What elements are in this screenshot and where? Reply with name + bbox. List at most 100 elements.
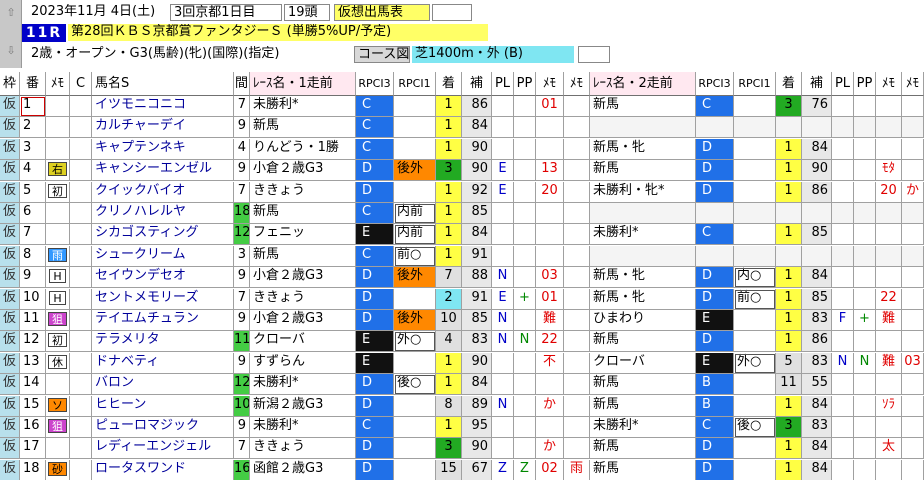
table-row[interactable]: 仮 8 雨 シュークリーム 3 新馬 C 前○ 1 91 [0,245,924,267]
col-header-race2-name[interactable]: ﾚｰｽ名・2走前 [590,72,696,96]
table-row[interactable]: 仮 12 初テラメリタ 11 クローバ E 外○ 4 83 N N 22 新馬 D 1 86 [0,331,924,353]
table-row[interactable]: 仮 15 ソ ヒヒーン 10 新潟２歳G3 D 8 89 N か 新馬 B 1 84 ｿﾗ [0,395,924,417]
col-header-race2-rpci1[interactable]: RPCI1 [734,72,776,96]
horse-name[interactable]: クリノハレルヤ [92,203,234,224]
horse-name[interactable]: ピューロマジック [92,417,234,438]
race2-name[interactable]: 新馬 [590,374,696,396]
race2-name[interactable]: 新馬・牝 [590,138,696,160]
table-row[interactable]: 仮 10 H セントメモリーズ 7 ききょう D 2 91 E +01 新馬・牝 D 前○ 1 85 22 [0,288,924,310]
race1-name[interactable]: すずらん [250,352,356,374]
c-mark-cell[interactable] [70,96,92,117]
col-header-race1-finish[interactable]: 着 [436,72,462,96]
col-header-c[interactable]: C [70,72,92,96]
horse-name[interactable]: セントメモリーズ [92,288,234,310]
horse-name[interactable]: テラメリタ [92,331,234,353]
race2-name[interactable]: ひまわり [590,310,696,331]
c-mark-cell[interactable] [70,245,92,267]
col-header-race1-pp[interactable]: PP [514,72,536,96]
memo-chip[interactable] [46,224,70,246]
horse-name[interactable]: シュークリーム [92,245,234,267]
horse-name[interactable]: クイックバイオ [92,181,234,203]
col-header-race2-pl[interactable]: PL [832,72,854,96]
memo-chip[interactable] [46,138,70,160]
horse-name[interactable]: ヒヒーン [92,395,234,417]
race1-name[interactable]: ききょう [250,181,356,203]
table-row[interactable]: 仮 9 H セイウンデセオ 9 小倉２歳G3 D 後外 7 88 N 03 新馬・牝 D 内○ 1 84 [0,267,924,289]
horse-name[interactable]: イツモニコニコ [92,96,234,117]
col-header-race2-pp[interactable]: PP [854,72,876,96]
col-header-race1-name[interactable]: ﾚｰｽ名・1走前 [250,72,356,96]
horse-name[interactable]: キャンシーエンゼル [92,160,234,182]
col-header-race1-pl[interactable]: PL [492,72,514,96]
horse-name[interactable]: ドナベティ [92,352,234,374]
horse-name[interactable]: シカゴスティング [92,224,234,246]
c-mark-cell[interactable] [70,331,92,353]
race2-name[interactable]: 新馬 [590,331,696,353]
race1-name[interactable]: 新馬 [250,203,356,224]
c-mark-cell[interactable] [70,203,92,224]
col-header-race2-finish[interactable]: 着 [776,72,802,96]
race2-name[interactable]: 未勝利* [590,224,696,246]
race1-name[interactable]: 小倉２歳G3 [250,160,356,182]
c-mark-cell[interactable] [70,352,92,374]
c-mark-cell[interactable] [70,310,92,331]
c-mark-cell[interactable] [70,267,92,289]
c-mark-cell[interactable] [70,417,92,438]
col-header-race2-memo2[interactable]: ﾒﾓ [902,72,924,96]
table-row[interactable]: 仮 14 バロン 12 未勝利* D 後○ 1 84 新馬 B 11 55 [0,374,924,396]
memo-chip[interactable]: ソ [46,395,70,417]
c-mark-cell[interactable] [70,181,92,203]
up-arrow-icon[interactable]: ⇧ [3,6,19,20]
col-header-memo[interactable]: ﾒﾓ [46,72,70,96]
c-mark-cell[interactable] [70,438,92,460]
race1-name[interactable]: 未勝利* [250,374,356,396]
c-mark-cell[interactable] [70,459,92,480]
race1-name[interactable]: 新潟２歳G3 [250,395,356,417]
table-row[interactable]: 仮 13 休ドナベティ 9 すずらん E 1 90 不クローバ E 外○ 5 83 N N 難 03 [0,352,924,374]
race2-name[interactable]: 未勝利* [590,417,696,438]
col-header-horse-name[interactable]: 馬名S [92,72,234,96]
table-row[interactable]: 仮 18 砂ロータスワンド 16 函館２歳G3 D 15 67 Z Z 02 雨新馬 D 1 84 [0,459,924,480]
table-row[interactable]: 仮 5 初クイックバイオ 7 ききょう D 1 92 E 20 未勝利・牝* D 1 86 20 か [0,181,924,203]
course-blank-field[interactable] [578,46,610,63]
col-header-race1-memo2[interactable]: ﾒﾓ [564,72,590,96]
memo-chip[interactable] [46,374,70,396]
race2-name[interactable]: 新馬・牝 [590,267,696,289]
col-header-interval[interactable]: 間 [234,72,250,96]
memo-chip[interactable] [46,96,70,117]
memo-chip[interactable]: 初 [46,331,70,353]
horse-name[interactable]: ロータスワンド [92,459,234,480]
horse-name[interactable]: キャプテンネキ [92,138,234,160]
table-row[interactable]: 仮 4 右キャンシーエンゼル 9 小倉２歳G3 D 後外 3 90 E 13 新馬 D 1 90 ﾓﾀ [0,160,924,182]
down-arrow-icon[interactable]: ⇩ [3,44,19,58]
horse-name[interactable]: バロン [92,374,234,396]
race1-name[interactable]: ききょう [250,438,356,460]
c-mark-cell[interactable] [70,288,92,310]
table-row[interactable]: 仮 3 キャプテンネキ 4 りんどう・1勝 C 1 90 新馬・牝 D 1 84 [0,138,924,160]
race1-name[interactable]: 函館２歳G3 [250,459,356,480]
table-row[interactable]: 仮 2 カルチャーデイ 9 新馬 C 1 84 [0,117,924,139]
race1-name[interactable]: フェニッ [250,224,356,246]
race1-name[interactable]: 新馬 [250,245,356,267]
memo-chip[interactable] [46,203,70,224]
c-mark-cell[interactable] [70,160,92,182]
c-mark-cell[interactable] [70,117,92,139]
status-blank-field[interactable] [432,4,472,21]
memo-chip[interactable]: 休 [46,352,70,374]
memo-chip[interactable]: 砂 [46,459,70,480]
race2-name[interactable]: 新馬 [590,395,696,417]
table-row[interactable]: 仮 7 シカゴスティング 12 フェニッ E 内前 1 84 未勝利* C 1 85 [0,224,924,246]
race1-name[interactable]: 未勝利* [250,417,356,438]
memo-chip[interactable] [46,438,70,460]
race1-name[interactable]: ききょう [250,288,356,310]
race1-name[interactable]: 小倉２歳G3 [250,267,356,289]
horse-name[interactable]: セイウンデセオ [92,267,234,289]
memo-chip[interactable]: 雨 [46,245,70,267]
memo-chip[interactable]: 右 [46,160,70,182]
memo-chip[interactable]: 狙 [46,417,70,438]
col-header-race1-rpci1[interactable]: RPCI1 [394,72,436,96]
race1-name[interactable]: りんどう・1勝 [250,138,356,160]
c-mark-cell[interactable] [70,374,92,396]
table-row[interactable]: 仮 1 イツモニコニコ 7 未勝利* C 1 86 01 新馬 C 3 76 [0,96,924,117]
c-mark-cell[interactable] [70,224,92,246]
